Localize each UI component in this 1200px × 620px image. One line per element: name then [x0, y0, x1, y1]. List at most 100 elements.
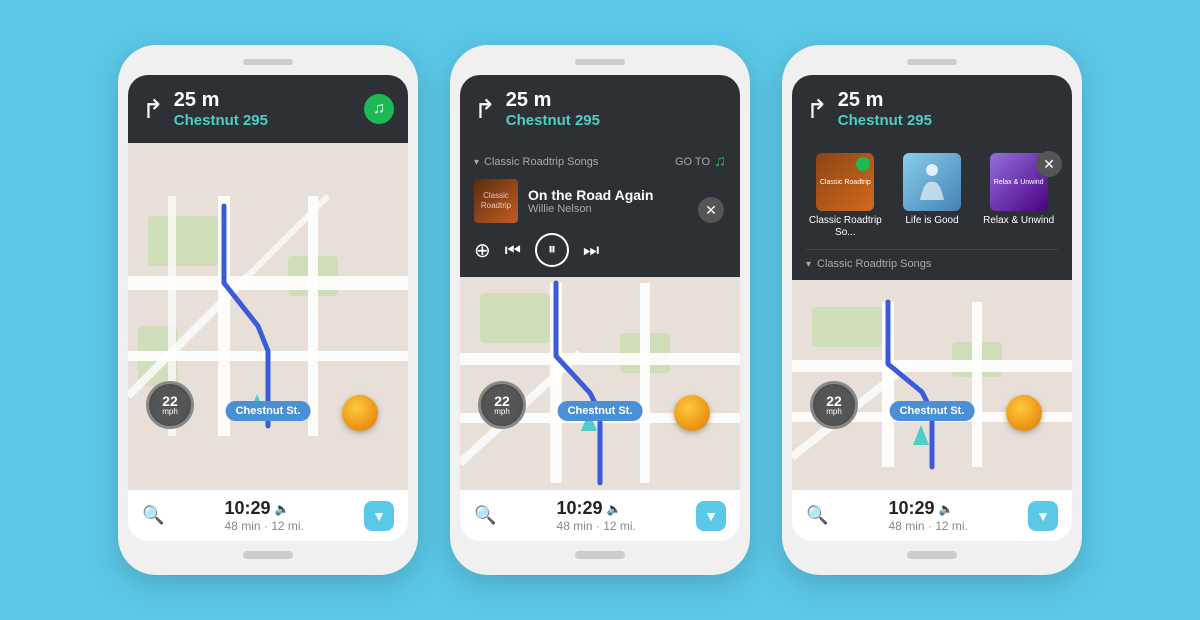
turn-arrow-icon-3: ↰: [806, 94, 828, 125]
track-name-2: On the Road Again: [528, 187, 726, 203]
home-btn-1[interactable]: [243, 551, 293, 559]
map-area-1: 22 mph Chestnut St.: [128, 143, 408, 489]
album-art-inner-2: Classic Roadtrip: [474, 179, 518, 223]
phone-speaker-1: [243, 59, 293, 65]
street-label-1: Chestnut St.: [226, 401, 311, 421]
chevron-down-btn-3[interactable]: ▼: [1028, 501, 1058, 531]
nav-street-1: Chestnut 295: [174, 112, 354, 129]
playlist-card-label-relax: Relax & Unwind: [983, 215, 1054, 227]
playlist-card-label-lifeisgood: Life is Good: [905, 215, 958, 227]
playlist-bar-chevron-icon-3: ▾: [806, 259, 811, 270]
playlist-card-roadtrip[interactable]: Classic Roadtrip Classic Roadtrip So...: [806, 153, 885, 239]
track-row-2: Classic Roadtrip On the Road Again Willi…: [474, 179, 726, 223]
playlist-browser-3: Classic Roadtrip Classic Roadtrip So...: [792, 143, 1072, 280]
chevron-down-btn-1[interactable]: ▼: [364, 501, 394, 531]
turn-arrow-icon-2: ↰: [474, 94, 496, 125]
location-dot-1: [342, 395, 378, 431]
playlist-cards-3: Classic Roadtrip Classic Roadtrip So...: [806, 153, 1058, 239]
volume-icon-1: 🔈: [275, 502, 290, 516]
playlist-name-2: Classic Roadtrip Songs: [484, 156, 598, 168]
time-section-3: 10:29 🔈 48 min · 12 mi.: [889, 498, 968, 533]
spotify-badge-1[interactable]: ♫: [364, 94, 394, 124]
nav-header-3: ↰ 25 m Chestnut 295: [792, 75, 1072, 143]
add-btn-2[interactable]: ⊕: [474, 238, 491, 263]
speed-badge-3: 22 mph: [810, 381, 858, 429]
current-playlist-text-3: Classic Roadtrip Songs: [817, 258, 931, 270]
nav-info-1: 25 m Chestnut 295: [174, 89, 354, 129]
speed-unit-2: mph: [494, 408, 510, 416]
card-img-inner-roadtrip: Classic Roadtrip: [816, 153, 874, 211]
time-section-1: 10:29 🔈 48 min · 12 mi.: [225, 498, 304, 533]
nav-distance-3: 25 m: [838, 89, 1058, 112]
phone-screen-1: ↰ 25 m Chestnut 295 ♫: [128, 75, 408, 541]
phone-screen-2: ↰ 25 m Chestnut 295 ▾ Classic Roadtrip S…: [460, 75, 740, 541]
gps-indicator-3: [913, 425, 929, 445]
map-svg-1: [128, 143, 408, 489]
street-label-2: Chestnut St.: [558, 401, 643, 421]
home-btn-3[interactable]: [907, 551, 957, 559]
spotify-top-row-2: ▾ Classic Roadtrip Songs GO TO ♫: [474, 153, 726, 171]
time-display-1: 10:29 🔈: [225, 498, 304, 519]
speed-num-3: 22: [826, 394, 842, 408]
phone-1: ↰ 25 m Chestnut 295 ♫: [118, 45, 418, 575]
nav-distance-1: 25 m: [174, 89, 354, 112]
spotify-icon-1: ♫: [373, 100, 385, 118]
nav-info-2: 25 m Chestnut 295: [506, 89, 726, 129]
spotify-overlay-2: ▾ Classic Roadtrip Songs GO TO ♫ Classic…: [460, 143, 740, 277]
chevron-down-btn-2[interactable]: ▼: [696, 501, 726, 531]
location-dot-2: [674, 395, 710, 431]
playlist-label-2: ▾ Classic Roadtrip Songs: [474, 156, 598, 168]
controls-row-2: ⊕ ⏮ ⏸ ⏭: [474, 233, 726, 267]
speed-num-1: 22: [162, 394, 178, 408]
nav-info-3: 25 m Chestnut 295: [838, 89, 1058, 129]
speed-badge-2: 22 mph: [478, 381, 526, 429]
search-icon-3[interactable]: 🔍: [806, 505, 828, 526]
map-area-2: 22 mph Chestnut St.: [460, 277, 740, 489]
search-icon-1[interactable]: 🔍: [142, 505, 164, 526]
close-overlay-btn-3[interactable]: ✕: [1036, 151, 1062, 177]
prev-btn-2[interactable]: ⏮: [505, 240, 521, 261]
speed-unit-1: mph: [162, 408, 178, 416]
phone-speaker-3: [907, 59, 957, 65]
playlist-card-lifeisgood[interactable]: Life is Good: [893, 153, 972, 239]
turn-arrow-icon-1: ↰: [142, 94, 164, 125]
nav-street-2: Chestnut 295: [506, 112, 726, 129]
speed-num-2: 22: [494, 394, 510, 408]
track-artist-2: Willie Nelson: [528, 203, 726, 215]
playlist-card-label-roadtrip: Classic Roadtrip So...: [806, 215, 885, 239]
search-icon-2[interactable]: 🔍: [474, 505, 496, 526]
speed-badge-1: 22 mph: [146, 381, 194, 429]
time-text-3: 10:29: [889, 498, 935, 519]
bottom-bar-2: 🔍 10:29 🔈 48 min · 12 mi. ▼: [460, 489, 740, 541]
map-area-3: 22 mph Chestnut St.: [792, 280, 1072, 489]
phone-2: ↰ 25 m Chestnut 295 ▾ Classic Roadtrip S…: [450, 45, 750, 575]
phone-3: ↰ 25 m Chestnut 295 Classic Roadtrip Cla…: [782, 45, 1082, 575]
speed-unit-3: mph: [826, 408, 842, 416]
close-overlay-btn-2[interactable]: ✕: [698, 197, 724, 223]
time-display-2: 10:29 🔈: [557, 498, 636, 519]
playlist-card-img-lifeisgood: [903, 153, 961, 211]
eta-text-3: 48 min · 12 mi.: [889, 519, 968, 533]
time-section-2: 10:29 🔈 48 min · 12 mi.: [557, 498, 636, 533]
bottom-bar-1: 🔍 10:29 🔈 48 min · 12 mi. ▼: [128, 489, 408, 541]
eta-text-2: 48 min · 12 mi.: [557, 519, 636, 533]
go-to-label-2[interactable]: GO TO ♫: [675, 153, 726, 171]
album-art-2: Classic Roadtrip: [474, 179, 518, 223]
go-to-text-2: GO TO: [675, 156, 710, 168]
home-btn-2[interactable]: [575, 551, 625, 559]
next-btn-2[interactable]: ⏭: [583, 240, 599, 261]
nav-street-3: Chestnut 295: [838, 112, 1058, 129]
play-pause-btn-2[interactable]: ⏸: [535, 233, 569, 267]
track-info-2: On the Road Again Willie Nelson: [528, 187, 726, 215]
location-dot-3: [1006, 395, 1042, 431]
eta-text-1: 48 min · 12 mi.: [225, 519, 304, 533]
time-text-2: 10:29: [557, 498, 603, 519]
phone-speaker-2: [575, 59, 625, 65]
street-label-3: Chestnut St.: [890, 401, 975, 421]
time-text-1: 10:29: [225, 498, 271, 519]
volume-icon-3: 🔈: [939, 502, 954, 516]
nav-header-1: ↰ 25 m Chestnut 295 ♫: [128, 75, 408, 143]
go-to-spotify-icon-2: ♫: [714, 153, 726, 171]
bottom-bar-3: 🔍 10:29 🔈 48 min · 12 mi. ▼: [792, 489, 1072, 541]
nav-distance-2: 25 m: [506, 89, 726, 112]
